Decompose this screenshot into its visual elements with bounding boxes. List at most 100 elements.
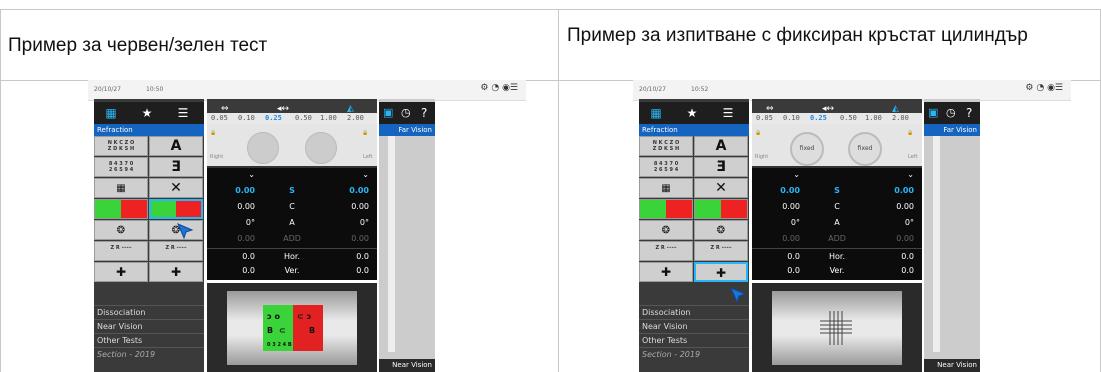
step-scale[interactable]: 0.05 0.10 0.25 0.50 1.00 2.00 (752, 113, 922, 124)
chart-red-green-a[interactable] (94, 199, 148, 219)
cyl-left[interactable]: 0.00 (329, 200, 369, 214)
left-eye-lens[interactable] (305, 132, 337, 164)
near-vision-footer[interactable]: Near Vision (924, 359, 980, 372)
add-right[interactable]: 0.00 (215, 232, 255, 246)
chart-line-a[interactable]: Z R ⋯⋯ (94, 241, 148, 261)
menu-other-tests[interactable]: Other Tests (94, 333, 204, 346)
ver-left[interactable]: 0.0 (329, 264, 369, 278)
chart-red-green-b-selected[interactable] (149, 199, 203, 219)
axis-left[interactable]: 0° (329, 216, 369, 230)
left-eye-fixed-lens[interactable]: fixed (848, 132, 882, 166)
axis-right[interactable]: 0° (215, 216, 255, 230)
add-left[interactable]: 0.00 (874, 232, 914, 246)
chart-letter-a[interactable]: A (149, 136, 203, 156)
step-1[interactable]: 0.10 (783, 113, 800, 124)
sphere-right[interactable]: 0.00 (215, 184, 255, 198)
chart-cross-b[interactable]: ✚ (149, 262, 203, 282)
list-icon[interactable]: ☰ (166, 102, 200, 124)
cyl-left[interactable]: 0.00 (874, 200, 914, 214)
list-icon[interactable]: ☰ (711, 102, 745, 124)
grid-icon[interactable]: ▦ (94, 102, 128, 124)
row-horizontal[interactable]: 0.0 Hor. 0.0 (752, 250, 922, 264)
menu-other-tests[interactable]: Other Tests (639, 333, 749, 346)
patient-icon[interactable]: ▣ (383, 106, 393, 119)
step-selected[interactable]: 0.25 (265, 113, 282, 124)
step-3[interactable]: 0.50 (840, 113, 857, 124)
ver-right[interactable]: 0.0 (760, 264, 800, 278)
cyl-right[interactable]: 0.00 (215, 200, 255, 214)
chart-line-a[interactable]: Z R ⋯⋯ (639, 241, 693, 261)
row-axis[interactable]: 0° A 0° (752, 216, 922, 230)
cyl-right[interactable]: 0.00 (760, 200, 800, 214)
chart-cross-a[interactable]: ✚ (94, 262, 148, 282)
row-cylinder[interactable]: 0.00 C 0.00 (752, 200, 922, 214)
chart-cross-a[interactable]: ✚ (639, 262, 693, 282)
chevron-down-icon[interactable]: ⌄ (760, 168, 800, 182)
near-vision-footer[interactable]: Near Vision (379, 359, 435, 372)
hor-right[interactable]: 0.0 (215, 250, 255, 264)
chevron-down-icon[interactable]: ⌄ (329, 168, 369, 182)
chart-grid-pattern[interactable]: ▦ (639, 178, 693, 198)
chart-letter-e[interactable]: Ǝ (694, 157, 748, 177)
lock-icon-left[interactable]: 🔒 (907, 130, 913, 136)
menu-near-vision[interactable]: Near Vision (94, 319, 204, 332)
step-1[interactable]: 0.10 (238, 113, 255, 124)
star-icon[interactable]: ★ (130, 102, 164, 124)
row-vertical[interactable]: 0.0 Ver. 0.0 (207, 264, 377, 278)
chart-letters-small[interactable]: N K C Z OZ D K S H (94, 136, 148, 156)
step-scale[interactable]: 0.05 0.10 0.25 0.50 1.00 2.00 (207, 113, 377, 124)
chart-letters-small[interactable]: N K C Z OZ D K S H (639, 136, 693, 156)
refraction-dropdown[interactable]: Refraction (639, 124, 749, 136)
chart-line-b[interactable]: Z R ⋯⋯ (149, 241, 203, 261)
chart-letter-a[interactable]: A (694, 136, 748, 156)
sphere-left[interactable]: 0.00 (874, 184, 914, 198)
ver-left[interactable]: 0.0 (874, 264, 914, 278)
hor-right[interactable]: 0.0 (760, 250, 800, 264)
row-sphere[interactable]: 0.00 S 0.00 (207, 184, 377, 198)
right-eye-lens[interactable] (247, 132, 279, 164)
chart-numbers-small[interactable]: 8 4 3 7 02 6 5 9 4 (639, 157, 693, 177)
chevron-down-icon[interactable]: ⌄ (215, 168, 255, 182)
history-icon[interactable]: ◷ (946, 106, 956, 119)
help-icon[interactable]: ? (966, 106, 972, 120)
row-horizontal[interactable]: 0.0 Hor. 0.0 (207, 250, 377, 264)
sphere-left[interactable]: 0.00 (329, 184, 369, 198)
chart-red-green-b[interactable] (694, 199, 748, 219)
row-cylinder[interactable]: 0.00 C 0.00 (207, 200, 377, 214)
step-3[interactable]: 0.50 (295, 113, 312, 124)
menu-dissociation[interactable]: Dissociation (639, 305, 749, 318)
sphere-right[interactable]: 0.00 (760, 184, 800, 198)
chart-dots-b[interactable]: ❂ (694, 220, 748, 240)
row-add[interactable]: 0.00 ADD 0.00 (207, 232, 377, 246)
hor-left[interactable]: 0.0 (874, 250, 914, 264)
far-vision-header[interactable]: Far Vision (379, 124, 435, 136)
ver-right[interactable]: 0.0 (215, 264, 255, 278)
refraction-dropdown[interactable]: Refraction (94, 124, 204, 136)
axis-right[interactable]: 0° (760, 216, 800, 230)
chart-numbers-small[interactable]: 8 4 3 7 02 6 5 9 4 (94, 157, 148, 177)
help-icon[interactable]: ? (421, 106, 427, 120)
chart-grid-pattern[interactable]: ▦ (94, 178, 148, 198)
chart-butterfly[interactable]: ✕ (694, 178, 748, 198)
step-selected[interactable]: 0.25 (810, 113, 827, 124)
step-5[interactable]: 2.00 (347, 113, 364, 124)
menu-near-vision[interactable]: Near Vision (639, 319, 749, 332)
axis-left[interactable]: 0° (874, 216, 914, 230)
add-right[interactable]: 0.00 (760, 232, 800, 246)
star-icon[interactable]: ★ (675, 102, 709, 124)
gear-icon[interactable]: ⚙ ◔ ◉☰ (1025, 83, 1063, 93)
menu-dissociation[interactable]: Dissociation (94, 305, 204, 318)
gear-icon[interactable]: ⚙ ◔ ◉☰ (480, 83, 518, 93)
patient-icon[interactable]: ▣ (928, 106, 938, 119)
chart-red-green-a[interactable] (639, 199, 693, 219)
step-0[interactable]: 0.05 (211, 113, 228, 124)
far-vision-header[interactable]: Far Vision (924, 124, 980, 136)
chart-butterfly[interactable]: ✕ (149, 178, 203, 198)
step-4[interactable]: 1.00 (865, 113, 882, 124)
chart-dots-a[interactable]: ❂ (639, 220, 693, 240)
history-icon[interactable]: ◷ (401, 106, 411, 119)
chart-letter-e[interactable]: Ǝ (149, 157, 203, 177)
row-vertical[interactable]: 0.0 Ver. 0.0 (752, 264, 922, 278)
row-sphere[interactable]: 0.00 S 0.00 (752, 184, 922, 198)
right-eye-fixed-lens[interactable]: fixed (790, 132, 824, 166)
